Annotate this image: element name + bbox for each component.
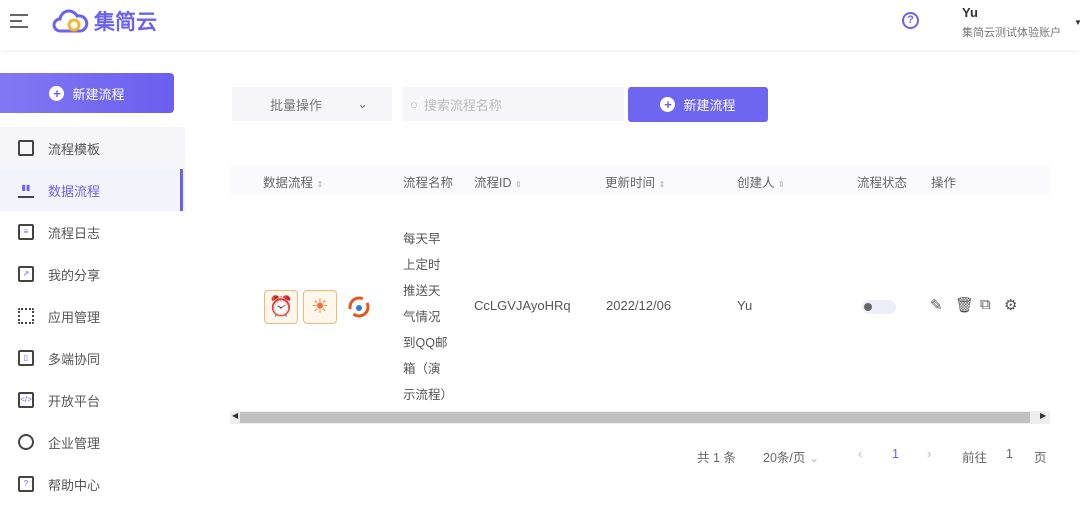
sidebar-item-enterprise[interactable]: 企业管理 [0, 421, 185, 463]
goto-label: 前往 [962, 451, 988, 465]
hexagon-icon [18, 434, 34, 450]
sidebar-new-flow-button[interactable]: + 新建流程 [0, 73, 174, 113]
button-label: 新建流程 [72, 86, 125, 102]
sidebar-item-logs[interactable]: ≡ 流程日志 [0, 211, 185, 253]
sidebar-item-label: 我的分享 [48, 267, 101, 283]
sidebar-item-open-platform[interactable]: </> 开放平台 [0, 379, 185, 421]
sidebar-item-label: 开放平台 [48, 393, 101, 409]
column-header-creator[interactable]: 创建人 ⇕ [737, 172, 785, 191]
sidebar-item-apps[interactable]: 应用管理 [0, 295, 185, 337]
new-flow-button[interactable]: + 新建流程 [628, 87, 768, 122]
column-header-apps[interactable]: 数据流程 ⇕ [263, 172, 323, 191]
plus-icon: + [49, 85, 65, 101]
select-value: 批量操作 [270, 97, 323, 113]
alarm-clock-icon: ⏰ [264, 290, 298, 324]
search-flow-input[interactable]: ○ 搜索流程名称 [402, 87, 624, 121]
delete-icon[interactable]: 🗑 [955, 296, 974, 314]
column-header-actions: 操作 [931, 176, 957, 190]
weather-icon: ☀ [303, 290, 337, 324]
account-name[interactable]: 集简云测试体验账户 [962, 24, 1061, 40]
column-header-updated[interactable]: 更新时间 ⇕ [605, 172, 665, 191]
search-placeholder: 搜索流程名称 [423, 97, 502, 113]
column-header-status: 流程状态 [857, 176, 908, 190]
bar-chart-icon: ▮▮ [18, 182, 34, 198]
share-icon: ↗ [18, 266, 34, 282]
sidebar-item-label: 应用管理 [48, 309, 101, 325]
help-icon: ? [18, 476, 34, 492]
copy-icon[interactable]: ⧉ [980, 296, 991, 313]
sidebar-item-label: 数据流程 [48, 183, 101, 199]
sort-icon: ⇕ [778, 180, 785, 189]
help-icon[interactable]: ? [902, 12, 919, 29]
menu-collapse-icon[interactable] [10, 14, 28, 30]
next-page-button[interactable]: › [927, 447, 931, 461]
template-icon [18, 140, 34, 156]
log-icon: ≡ [18, 224, 34, 240]
sidebar-item-label: 流程模板 [48, 141, 101, 157]
brand-name: 集简云 [94, 11, 157, 34]
total-count: 共 1 条 [697, 451, 736, 465]
chevron-down-icon[interactable]: ▼ [1074, 18, 1080, 27]
cloud-logo-icon [52, 9, 89, 33]
page-1-button[interactable]: 1 [892, 447, 899, 461]
sidebar-item-devices[interactable]: ▯ 多端协同 [0, 337, 185, 379]
creator: Yu [737, 298, 753, 313]
scroll-right-icon[interactable]: ▶ [1040, 411, 1046, 420]
sidebar-item-templates[interactable]: 流程模板 [0, 127, 185, 169]
sidebar-item-help[interactable]: ? 帮助中心 [0, 463, 185, 505]
column-header-name: 流程名称 [403, 176, 454, 190]
sidebar-item-label: 多端协同 [48, 351, 101, 367]
flow-name[interactable]: 每天早上定时推送天气情况到QQ邮箱（演示流程） [403, 226, 453, 408]
page-size-select[interactable]: 20条/页 ⌄ [763, 447, 819, 466]
sort-icon: ⇕ [658, 180, 666, 189]
prev-page-button[interactable]: ‹ [858, 447, 862, 461]
top-header: 集简云 ? Yu 集简云测试体验账户 ▼ [0, 0, 1080, 50]
sidebar-item-shares[interactable]: ↗ 我的分享 [0, 253, 185, 295]
flow-id: CcLGVJAyoHRq [474, 298, 571, 313]
sidebar-item-label: 流程日志 [48, 225, 101, 241]
sidebar-item-data-flows[interactable]: ▮▮ 数据流程 [0, 169, 185, 211]
page-suffix: 页 [1034, 451, 1047, 465]
sort-icon: ⇕ [515, 180, 522, 189]
updated-time: 2022/12/06 [606, 298, 672, 313]
batch-actions-select[interactable]: 批量操作 ⌄ [232, 87, 392, 121]
status-toggle[interactable] [862, 300, 896, 314]
sort-icon: ⇕ [316, 180, 324, 189]
scrollbar-thumb[interactable] [240, 412, 1030, 423]
user-name[interactable]: Yu [962, 5, 978, 20]
sidebar-item-label: 帮助中心 [48, 477, 101, 493]
apps-icon [18, 308, 34, 324]
code-icon: </> [18, 392, 34, 408]
scroll-left-icon[interactable]: ◀ [232, 411, 238, 420]
logo[interactable]: 集简云 [52, 6, 157, 36]
column-header-id[interactable]: 流程ID ⇕ [474, 172, 522, 191]
qq-mail-icon [342, 290, 376, 324]
plus-icon: + [660, 97, 676, 112]
devices-icon: ▯ [18, 350, 34, 366]
search-icon: ○ [410, 96, 418, 112]
sidebar-item-label: 企业管理 [48, 435, 101, 451]
edit-icon[interactable]: ✎ [930, 296, 943, 314]
settings-icon[interactable]: ⚙ [1004, 296, 1017, 314]
goto-page-input[interactable]: 1 [1006, 447, 1013, 461]
chevron-down-icon: ⌄ [357, 96, 368, 111]
chevron-down-icon: ⌄ [808, 451, 820, 465]
button-label: 新建流程 [683, 98, 736, 113]
